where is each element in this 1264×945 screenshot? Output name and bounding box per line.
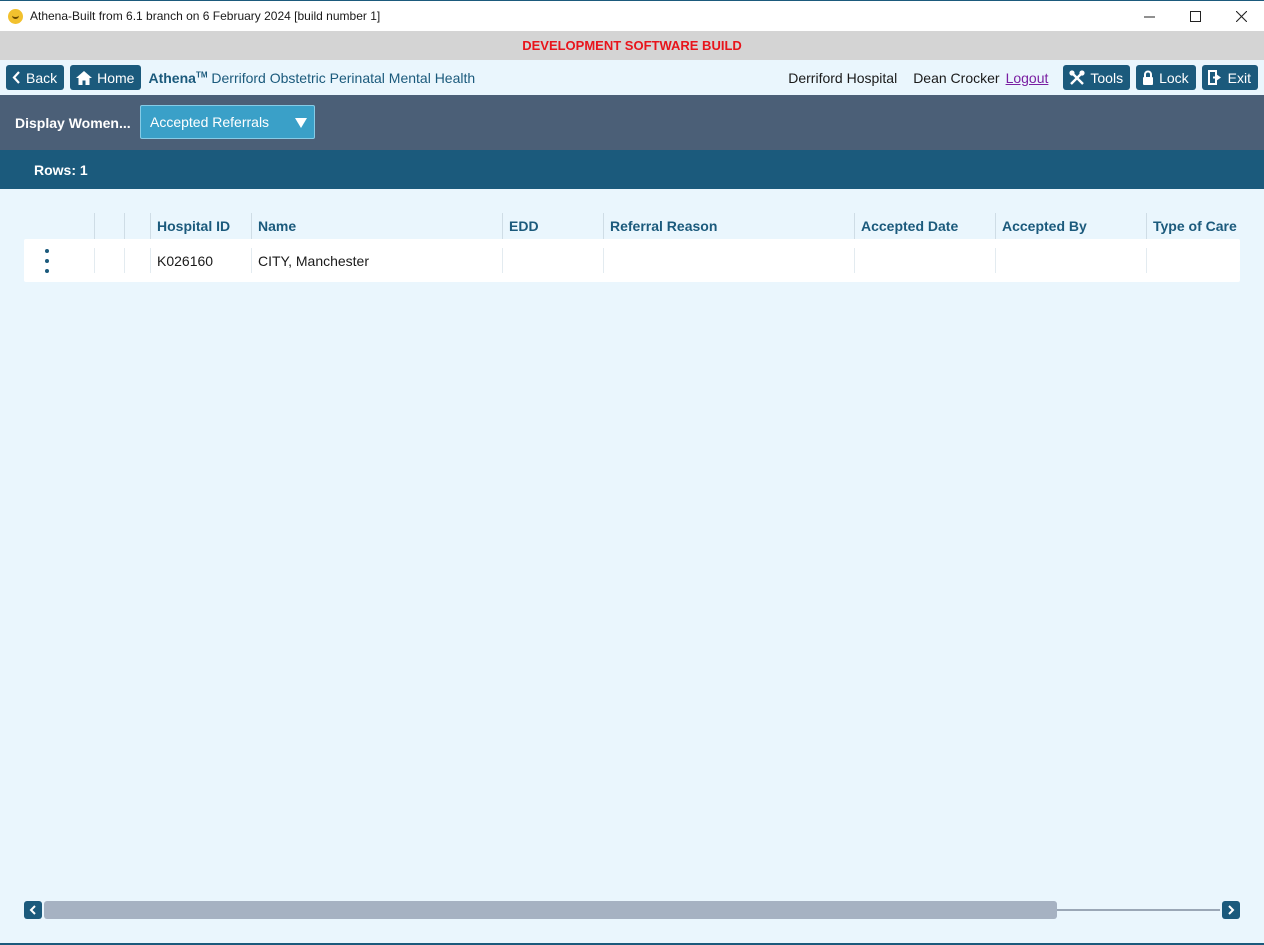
column-header-accepted-date[interactable]: Accepted Date bbox=[854, 213, 995, 239]
nav-right: Derriford Hospital Dean Crocker Logout T… bbox=[788, 65, 1258, 90]
chevron-left-icon bbox=[12, 71, 20, 84]
column-header-name[interactable]: Name bbox=[251, 213, 502, 239]
cell-accepted-date bbox=[854, 248, 995, 273]
table-row[interactable]: K026160 CITY, Manchester bbox=[24, 239, 1240, 282]
dev-build-banner: DEVELOPMENT SOFTWARE BUILD bbox=[0, 31, 1264, 60]
maximize-button[interactable] bbox=[1172, 1, 1218, 31]
brand-tm: TM bbox=[195, 69, 208, 79]
filter-selected-value: Accepted Referrals bbox=[150, 114, 270, 130]
brand-name: Athena bbox=[148, 69, 196, 86]
hospital-name: Derriford Hospital bbox=[788, 69, 898, 86]
table-header: Hospital ID Name EDD Referral Reason Acc… bbox=[24, 213, 1240, 239]
row-count: Rows: 1 bbox=[34, 161, 88, 178]
exit-label: Exit bbox=[1227, 69, 1251, 86]
user-name: Dean Crocker bbox=[913, 69, 1000, 86]
filter-label: Display Women... bbox=[15, 114, 131, 131]
lock-button[interactable]: Lock bbox=[1136, 65, 1196, 90]
column-header-blank-2[interactable] bbox=[124, 213, 151, 239]
back-button[interactable]: Back bbox=[6, 65, 65, 90]
close-icon bbox=[1235, 10, 1247, 22]
tools-icon bbox=[1069, 69, 1085, 85]
dropdown-caret-icon bbox=[295, 118, 307, 128]
cell-blank-2 bbox=[124, 248, 151, 273]
scroll-right-button[interactable] bbox=[1222, 901, 1240, 919]
cell-blank-1 bbox=[94, 248, 124, 273]
kebab-menu-icon[interactable] bbox=[42, 249, 52, 273]
breadcrumb: AthenaTM Derriford Obstetric Perinatal M… bbox=[148, 70, 475, 86]
column-header-type-of-care[interactable]: Type of Care bbox=[1146, 213, 1240, 239]
home-icon bbox=[76, 70, 93, 85]
lock-icon bbox=[1143, 70, 1154, 85]
nav-bar: Back Home AthenaTM Derriford Obstetric P… bbox=[0, 60, 1264, 95]
column-header-edd[interactable]: EDD bbox=[502, 213, 603, 239]
exit-icon bbox=[1207, 70, 1221, 85]
column-header-hospital-id[interactable]: Hospital ID bbox=[150, 213, 251, 239]
module-name: Derriford Obstetric Perinatal Mental Hea… bbox=[211, 69, 476, 86]
cell-edd bbox=[502, 248, 603, 273]
minimize-icon bbox=[1143, 16, 1155, 17]
women-filter-select[interactable]: Accepted Referrals bbox=[140, 105, 315, 139]
minimize-button[interactable] bbox=[1126, 1, 1172, 31]
column-header-referral-reason[interactable]: Referral Reason bbox=[603, 213, 854, 239]
home-label: Home bbox=[97, 69, 135, 86]
exit-button[interactable]: Exit bbox=[1201, 65, 1258, 90]
maximize-icon bbox=[1189, 10, 1201, 22]
cell-referral-reason bbox=[603, 248, 854, 273]
tools-button[interactable]: Tools bbox=[1063, 65, 1131, 90]
scroll-thumb[interactable] bbox=[44, 901, 1057, 919]
window-title: Athena-Built from 6.1 branch on 6 Februa… bbox=[30, 9, 381, 23]
horizontal-scrollbar[interactable] bbox=[24, 901, 1240, 919]
cell-hospital-id: K026160 bbox=[150, 248, 251, 273]
app-logo-icon bbox=[8, 8, 23, 24]
tools-label: Tools bbox=[1090, 69, 1124, 86]
logout-link[interactable]: Logout bbox=[1006, 70, 1049, 86]
cell-accepted-by bbox=[995, 248, 1146, 273]
window-controls bbox=[1126, 1, 1264, 31]
home-button[interactable]: Home bbox=[70, 65, 142, 90]
lock-label: Lock bbox=[1159, 69, 1189, 86]
chevron-left-icon bbox=[29, 905, 36, 915]
window-titlebar: Athena-Built from 6.1 branch on 6 Februa… bbox=[0, 0, 1264, 31]
scroll-left-button[interactable] bbox=[24, 901, 42, 919]
chevron-right-icon bbox=[1228, 905, 1235, 915]
rows-bar: Rows: 1 bbox=[0, 150, 1264, 189]
close-button[interactable] bbox=[1218, 1, 1264, 31]
filter-bar: Display Women... Accepted Referrals bbox=[0, 95, 1264, 150]
cell-type-of-care bbox=[1146, 248, 1240, 273]
column-header-blank-1[interactable] bbox=[94, 213, 124, 239]
back-label: Back bbox=[26, 69, 58, 86]
cell-name: CITY, Manchester bbox=[251, 248, 502, 273]
column-header-accepted-by[interactable]: Accepted By bbox=[995, 213, 1146, 239]
